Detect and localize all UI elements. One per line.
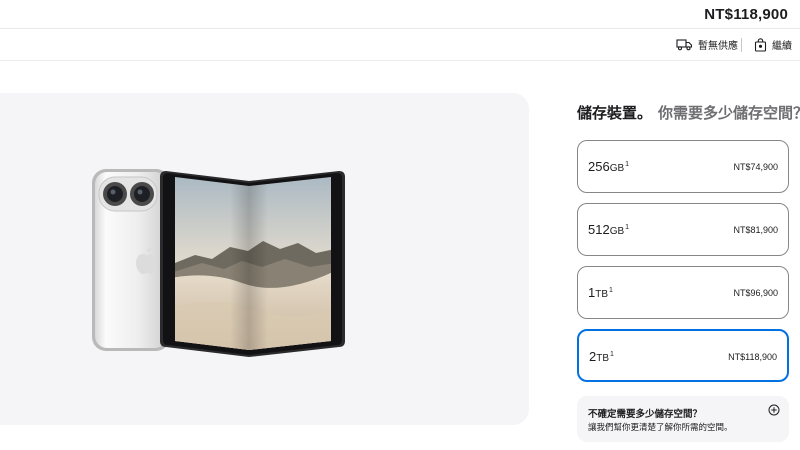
storage-option-1tb[interactable]: 1TB1 NT$96,900 — [577, 266, 789, 319]
storage-title: 儲存裝置。 — [577, 105, 653, 122]
divider — [741, 38, 742, 52]
help-text: 讓我們幫你更清楚了解你所需的空間。 — [588, 422, 733, 432]
product-image — [92, 169, 345, 357]
storage-help-box[interactable]: 不確定需要多少儲存空間？ 讓我們幫你更清楚了解你所需的空間。 — [577, 396, 789, 442]
help-title: 不確定需要多少儲存空間？ — [588, 409, 703, 420]
storage-option-price: NT$96,900 — [733, 288, 778, 298]
storage-option-capacity: 256GB1 — [588, 159, 630, 174]
storage-option-price: NT$118,900 — [728, 352, 777, 362]
storage-option-2tb[interactable]: 2TB1 NT$118,900 — [577, 329, 789, 382]
storage-option-256gb[interactable]: 256GB1 NT$74,900 — [577, 140, 789, 193]
truck-icon — [676, 39, 693, 51]
storage-option-capacity: 2TB1 — [589, 349, 614, 364]
top-bar: NT$118,900 — [0, 0, 800, 29]
storage-section-title: 儲存裝置。 你需要多少儲存空間？ — [577, 102, 800, 123]
sub-bar: 暫無供應 繼續 — [0, 29, 800, 61]
storage-subtitle: 你需要多少儲存空間？ — [658, 105, 800, 122]
total-price: NT$118,900 — [704, 6, 788, 23]
storage-option-512gb[interactable]: 512GB1 NT$81,900 — [577, 203, 789, 256]
storage-option-capacity: 512GB1 — [588, 222, 630, 237]
plus-circle-icon[interactable] — [768, 404, 780, 416]
continue-button[interactable]: 繼續 — [754, 37, 792, 52]
continue-label: 繼續 — [772, 41, 792, 52]
delivery-status[interactable]: 暫無供應 — [676, 37, 738, 52]
delivery-label: 暫無供應 — [698, 41, 738, 52]
storage-option-price: NT$74,900 — [733, 162, 778, 172]
storage-option-capacity: 1TB1 — [588, 285, 613, 300]
bag-icon — [754, 37, 767, 52]
product-image-panel — [0, 93, 529, 425]
storage-option-price: NT$81,900 — [733, 225, 778, 235]
